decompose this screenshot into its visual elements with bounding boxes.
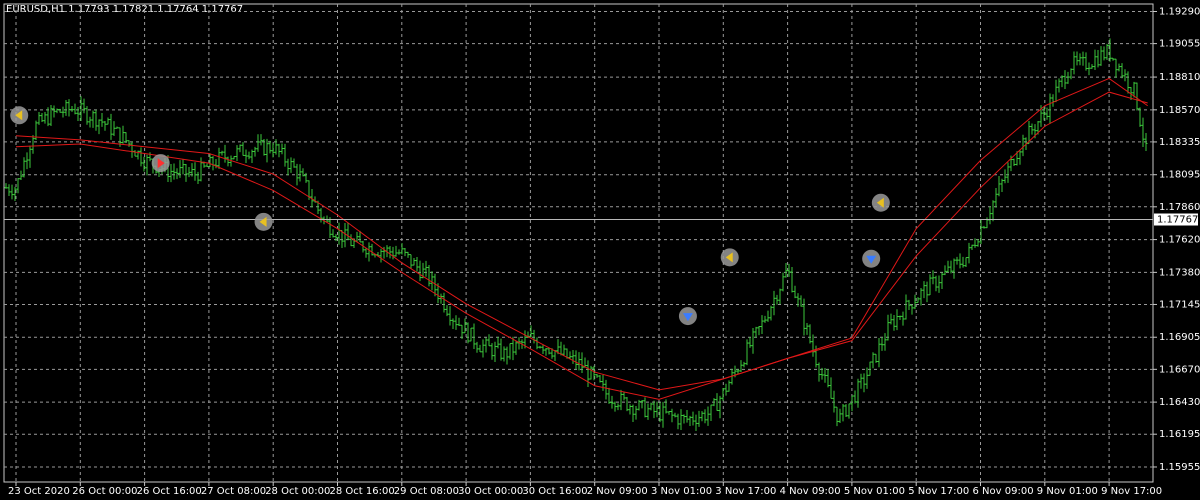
x-tick-label: 2 Nov 09:00: [587, 486, 648, 497]
x-tick-label: 28 Oct 00:00: [265, 486, 330, 497]
y-tick-label: 1.18810: [1159, 72, 1200, 83]
y-tick-label: 1.15955: [1159, 462, 1200, 473]
y-tick-label: 1.19055: [1159, 39, 1200, 50]
y-tick-label: 1.16905: [1159, 332, 1200, 343]
x-tick-label: 3 Nov 01:00: [651, 486, 712, 497]
y-tick-label: 1.18570: [1159, 105, 1200, 116]
x-tick-label: 27 Oct 08:00: [201, 486, 266, 497]
y-tick-label: 1.17380: [1159, 267, 1200, 278]
x-tick-label: 9 Nov 17:00: [1101, 486, 1162, 497]
y-tick-label: 1.18335: [1159, 137, 1200, 148]
x-tick-label: 6 Nov 09:00: [973, 486, 1034, 497]
x-tick-label: 5 Nov 17:00: [908, 486, 969, 497]
x-tick-label: 26 Oct 16:00: [137, 486, 202, 497]
x-tick-label: 29 Oct 08:00: [394, 486, 459, 497]
y-tick-label: 1.18095: [1159, 170, 1200, 181]
x-tick-label: 3 Nov 17:00: [715, 486, 776, 497]
y-tick-label: 1.19290: [1159, 7, 1200, 18]
x-tick-label: 30 Oct 00:00: [458, 486, 523, 497]
price-chart[interactable]: 1.19290 1.19055 1.18810 1.18570 1.18335 1.180…: [0, 0, 1200, 500]
x-tick-label: 30 Oct 16:00: [522, 486, 587, 497]
y-tick-label: 1.17620: [1159, 235, 1200, 246]
y-tick-label: 1.16430: [1159, 397, 1200, 408]
x-tick-label: 28 Oct 16:00: [330, 486, 395, 497]
moving-average-line: [15, 77, 1148, 391]
y-tick-label: 1.16195: [1159, 429, 1200, 440]
y-tick-label: 1.17145: [1159, 299, 1200, 310]
y-tick-label: 1.17860: [1159, 202, 1200, 213]
x-tick-label: 9 Nov 01:00: [1037, 486, 1098, 497]
x-tick-label: 4 Nov 09:00: [780, 486, 841, 497]
x-tick-label: 23 Oct 2020: [8, 486, 70, 497]
x-tick-label: 5 Nov 01:00: [844, 486, 905, 497]
x-tick-label: 26 Oct 00:00: [72, 486, 137, 497]
y-tick-label: 1.16670: [1159, 364, 1200, 375]
current-price-label: 1.17767: [1157, 215, 1198, 226]
